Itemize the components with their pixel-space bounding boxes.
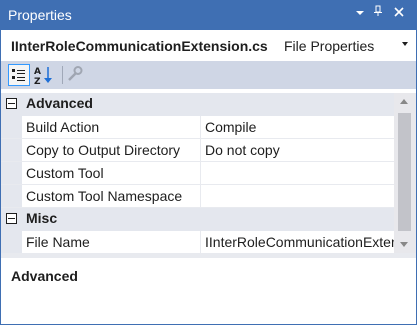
category-label: Advanced (26, 95, 93, 111)
property-name: Build Action (26, 119, 100, 135)
property-name: Custom Tool Namespace (26, 188, 183, 204)
row-gutter (1, 139, 22, 161)
alphabetical-icon[interactable]: A Z (33, 64, 55, 87)
property-value[interactable]: Do not copy (205, 142, 394, 158)
property-grid: Advanced Build Action Compile Copy to Ou… (1, 93, 394, 253)
property-row[interactable]: Copy to Output Directory Do not copy (1, 139, 394, 162)
property-value[interactable]: IInterRoleCommunicationExtension.cs (205, 234, 394, 250)
window-title: Properties (8, 7, 72, 23)
title-bar[interactable]: Properties (1, 1, 416, 30)
description-title: Advanced (11, 268, 78, 284)
row-gutter (1, 116, 22, 138)
property-name: Custom Tool (26, 165, 104, 181)
categorized-icon[interactable] (8, 64, 30, 86)
object-type: File Properties (284, 38, 375, 54)
property-row[interactable]: Custom Tool (1, 162, 394, 185)
vertical-scrollbar[interactable] (394, 93, 416, 253)
chevron-down-icon[interactable] (402, 42, 408, 46)
description-pane: Advanced (1, 258, 416, 324)
property-name: File Name (26, 234, 90, 250)
object-selector[interactable]: IInterRoleCommunicationExtension.cs File… (1, 31, 416, 61)
category-misc[interactable]: Misc (1, 208, 394, 231)
svg-text:A: A (34, 67, 41, 77)
property-row[interactable]: Build Action Compile (1, 116, 394, 139)
property-row[interactable]: File Name IInterRoleCommunicationExtensi… (1, 231, 394, 253)
scroll-thumb[interactable] (398, 113, 411, 231)
properties-window: Properties IInterRoleCommunicationExtens… (0, 0, 417, 325)
svg-text:Z: Z (34, 77, 41, 86)
chevron-down-icon[interactable] (352, 5, 368, 23)
row-gutter (1, 231, 22, 253)
category-advanced[interactable]: Advanced (1, 93, 394, 116)
row-gutter (1, 185, 22, 207)
scroll-down-icon[interactable] (400, 242, 408, 247)
close-icon[interactable] (391, 5, 407, 23)
toolbar-separator (62, 66, 63, 84)
pin-icon[interactable] (370, 5, 386, 23)
property-name: Copy to Output Directory (26, 142, 181, 158)
property-pages-icon[interactable] (65, 64, 87, 86)
collapse-icon[interactable] (6, 98, 17, 109)
property-row[interactable]: Custom Tool Namespace (1, 185, 394, 208)
object-name: IInterRoleCommunicationExtension.cs (11, 38, 268, 54)
collapse-icon[interactable] (6, 213, 17, 224)
scroll-up-icon[interactable] (400, 99, 408, 104)
properties-toolbar: A Z (1, 61, 416, 89)
category-label: Misc (26, 210, 58, 226)
property-value[interactable]: Compile (205, 119, 394, 135)
row-gutter (1, 162, 22, 184)
